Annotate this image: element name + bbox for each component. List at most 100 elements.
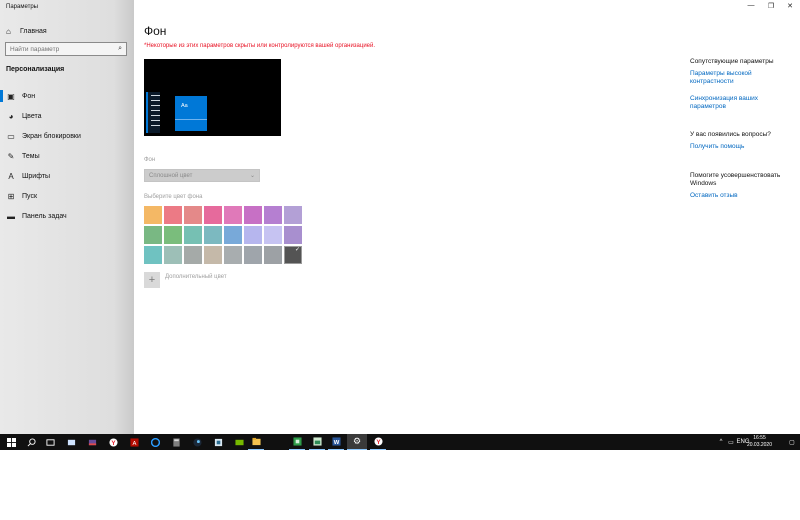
green-app-icon [292, 437, 302, 446]
font-icon: A [8, 171, 14, 181]
color-swatch[interactable] [224, 246, 242, 264]
color-swatch[interactable] [224, 206, 242, 224]
sidebar: Параметры ⌂ Главная ⌕ Персонализация ▣ Ф… [0, 0, 134, 434]
section-title: Персонализация [6, 66, 65, 73]
sidebar-item-fonts[interactable]: A Шрифты [0, 166, 134, 186]
color-swatch[interactable] [224, 226, 242, 244]
sidebar-item-label: Темы [22, 152, 40, 160]
sidebar-item-lock-screen[interactable]: ▭ Экран блокировки [0, 126, 134, 146]
task-view-icon [45, 438, 55, 446]
file-explorer-icon [251, 437, 261, 446]
maximize-button[interactable]: ❐ [761, 2, 781, 10]
color-swatch[interactable] [244, 246, 262, 264]
color-swatch[interactable] [144, 206, 162, 224]
nvidia-icon [234, 439, 244, 445]
search-box[interactable]: ⌕ [5, 42, 127, 56]
color-swatch[interactable] [184, 206, 202, 224]
taskbar-app-yandex[interactable]: Y [370, 434, 386, 450]
taskbar-app-mail[interactable] [63, 434, 79, 450]
add-custom-color-button[interactable]: + [144, 272, 160, 288]
taskbar-app-edge[interactable] [147, 434, 163, 450]
taskbar-app-word[interactable]: W [328, 434, 344, 450]
yandex-icon: Y [373, 437, 383, 446]
color-swatch[interactable] [244, 226, 262, 244]
sidebar-item-background[interactable]: ▣ Фон [0, 86, 134, 106]
tray-overflow-button[interactable]: ^ [716, 434, 726, 450]
sidebar-item-colors[interactable]: ◕ Цвета [0, 106, 134, 126]
windows-start-icon [6, 437, 16, 447]
chevron-down-icon: ⌄ [249, 173, 255, 179]
color-swatch[interactable] [184, 226, 202, 244]
taskbar-app-nvidia[interactable] [231, 434, 247, 450]
color-swatch[interactable] [264, 246, 282, 264]
questions-title: У вас появились вопросы? [690, 131, 771, 138]
color-swatch[interactable]: ✓ [284, 246, 302, 264]
related-title: Сопутствующие параметры [690, 58, 774, 65]
taskbar-icon: ▬ [7, 211, 15, 221]
color-swatch[interactable] [284, 226, 302, 244]
sidebar-item-taskbar[interactable]: ▬ Панель задач [0, 206, 134, 226]
taskbar: Y A W ⚙ Y ^ ▭ ENG 16:55 20.03.2020 ▢ [0, 434, 800, 450]
taskbar-app-explorer[interactable] [248, 434, 264, 450]
colors-label: Выберите цвет фона [144, 194, 203, 200]
task-view-button[interactable] [42, 434, 58, 450]
color-swatch[interactable] [204, 206, 222, 224]
color-swatch[interactable] [184, 246, 202, 264]
taskbar-app-calculator[interactable] [168, 434, 184, 450]
taskbar-app-media[interactable] [84, 434, 100, 450]
color-swatch[interactable] [144, 246, 162, 264]
media-icon [88, 439, 96, 445]
yandex-browser-icon: Y [108, 437, 118, 446]
get-help-link[interactable]: Получить помощь [690, 143, 744, 151]
color-swatch-grid: ✓ [144, 206, 302, 264]
color-swatch[interactable] [244, 206, 262, 224]
sidebar-item-label: Шрифты [22, 172, 51, 180]
taskbar-app-steam[interactable] [189, 434, 205, 450]
color-swatch[interactable] [164, 226, 182, 244]
taskbar-app-green[interactable] [289, 434, 305, 450]
feedback-link[interactable]: Оставить отзыв [690, 192, 738, 200]
color-swatch[interactable] [164, 246, 182, 264]
picture-icon: ▣ [7, 91, 15, 101]
app-title: Параметры [6, 4, 38, 10]
search-input[interactable] [10, 45, 119, 53]
sync-settings-link[interactable]: Синхронизация ваших параметров [690, 95, 760, 111]
preview-tile-text: Aa [181, 103, 188, 109]
preview-tiles: Aa [175, 96, 207, 131]
taskbar-app-settings[interactable]: ⚙ [347, 434, 367, 450]
color-swatch[interactable] [284, 206, 302, 224]
home-link[interactable]: ⌂ Главная [6, 27, 47, 36]
color-swatch[interactable] [264, 206, 282, 224]
taskbar-app-image[interactable] [309, 434, 325, 450]
close-button[interactable]: ✕ [780, 2, 800, 10]
org-warning: *Некоторые из этих параметров скрыты или… [144, 43, 376, 49]
word-icon: W [331, 437, 341, 446]
taskbar-app-acrobat[interactable]: A [126, 434, 142, 450]
notifications-icon: ▢ [789, 439, 795, 446]
taskbar-app-vpn[interactable] [210, 434, 226, 450]
checkmark-icon: ✓ [294, 247, 300, 253]
color-swatch[interactable] [204, 246, 222, 264]
mail-icon [67, 439, 75, 445]
notifications-button[interactable]: ▢ [786, 434, 798, 450]
sidebar-item-start[interactable]: ⊞ Пуск [0, 186, 134, 206]
color-swatch[interactable] [264, 226, 282, 244]
background-type-dropdown[interactable]: Сплошной цвет ⌄ [144, 169, 260, 182]
high-contrast-link[interactable]: Параметры высокой контрастности [690, 70, 760, 86]
steam-icon [192, 437, 202, 447]
color-swatch[interactable] [144, 226, 162, 244]
chevron-up-icon: ^ [719, 439, 723, 445]
taskbar-search-button[interactable] [23, 434, 39, 450]
color-swatch[interactable] [164, 206, 182, 224]
monitor-icon: ▭ [7, 131, 15, 141]
improve-title: Помогите усовершенствовать Windows [690, 172, 781, 187]
minimize-button[interactable]: — [741, 2, 761, 9]
taskbar-clock[interactable]: 16:55 20.03.2020 [747, 435, 772, 448]
page-title: Фон [144, 24, 167, 38]
start-button[interactable] [3, 434, 19, 450]
calculator-icon [172, 437, 180, 447]
search-icon[interactable]: ⌕ [118, 45, 122, 53]
color-swatch[interactable] [204, 226, 222, 244]
sidebar-item-themes[interactable]: ✎ Темы [0, 146, 134, 166]
taskbar-app-yandex-browser[interactable]: Y [105, 434, 121, 450]
